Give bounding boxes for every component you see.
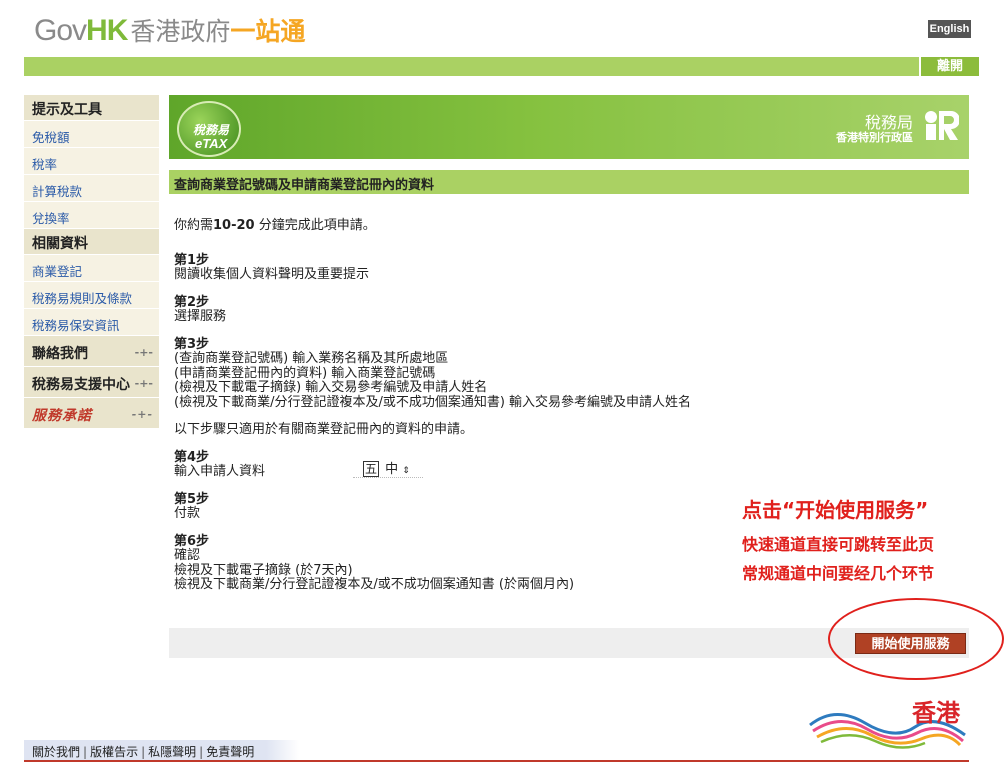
support-centre-label: 稅務易支援中心 — [32, 377, 130, 393]
annotation-circle — [828, 598, 1004, 680]
step3-line: (檢視及下載電子摘錄) 輸入交易參考編號及申請人姓名 — [174, 380, 488, 395]
step6-line: 檢視及下載電子摘錄 (於7天內) — [174, 562, 353, 578]
footer-link-copyright[interactable]: 版權告示 — [90, 745, 138, 759]
step3-line: (查詢商業登記號碼) 輸入業務名稱及其所處地區 — [174, 351, 449, 366]
page-title: 查詢商業登記號碼及申請商業登記冊內的資料 — [169, 170, 969, 194]
step5-text: 付款 — [174, 506, 201, 521]
sidebar-item-contact-us[interactable]: 聯絡我們 -+- — [24, 336, 159, 367]
step6-line: 檢視及下載商業/分行登記證複本及/或不成功個案通知書 (於兩個月內) — [174, 577, 575, 592]
step2-text: 選擇服務 — [174, 309, 227, 324]
etax-banner: 稅務易 eTAX 稅務局 香港特別行政區 — [169, 95, 969, 159]
sidebar-item-exchange-rates[interactable]: 兌換率 — [24, 202, 159, 229]
sidebar-item-service-pledge[interactable]: 服務承諾 -+- — [24, 398, 159, 429]
exit-button[interactable]: 離開 — [919, 57, 979, 76]
step3-heading: 第3步 — [174, 336, 210, 352]
intro-pre: 你約需 — [174, 218, 214, 233]
step4-text: 輸入申請人資料 — [174, 464, 266, 479]
ime-indicator[interactable]: 五 中 ⇕ — [353, 458, 423, 478]
expand-plus-icon: -+- — [131, 408, 153, 421]
sidebar-item-tax-calculator[interactable]: 計算稅款 — [24, 175, 159, 202]
step1-text: 閱讀收集個人資料聲明及重要提示 — [174, 267, 370, 282]
sidebar-section-related: 相關資料 — [24, 229, 159, 255]
step6-line: 確認 — [174, 548, 201, 563]
top-bar: 離開 — [24, 57, 979, 76]
step4-heading: 第4步 — [174, 449, 210, 465]
footer-link-disclaimer[interactable]: 免責聲明 — [206, 745, 254, 759]
step3-line: (申請商業登記冊內的資料) 輸入商業登記號碼 — [174, 365, 436, 381]
ird-logo-icon — [925, 111, 959, 140]
annotation-line3: 常规通道中间要经几个环节 — [742, 564, 935, 583]
logo-brand-text: 一站通 — [230, 17, 306, 46]
service-pledge-label: 服務承諾 — [32, 408, 92, 424]
step1-heading: 第1步 — [174, 252, 210, 268]
ime-mode-icon: 五 — [363, 461, 379, 477]
sidebar-item-support-centre[interactable]: 稅務易支援中心 -+- — [24, 367, 159, 398]
sidebar-item-etax-security[interactable]: 稅務易保安資訊 — [24, 309, 159, 336]
step2-heading: 第2步 — [174, 294, 210, 310]
sidebar: 提示及工具 免稅額 稅率 計算稅款 兌換率 相關資料 商業登記 稅務易規則及條款… — [24, 95, 159, 429]
step5-heading: 第5步 — [174, 491, 210, 507]
sidebar-section-tips: 提示及工具 — [24, 95, 159, 121]
intro-post: 分鐘完成此項申請。 — [254, 218, 376, 233]
intro-time: 10-20 — [213, 218, 255, 233]
brand-hong-kong-text: 香港 — [912, 699, 960, 727]
sidebar-item-allowances[interactable]: 免稅額 — [24, 121, 159, 148]
footer-divider — [24, 760, 969, 762]
footer-link-about[interactable]: 關於我們 — [32, 745, 80, 759]
sidebar-item-etax-terms[interactable]: 稅務易規則及條款 — [24, 282, 159, 309]
annotation-line1: 点击“开始使用服务” — [742, 498, 929, 522]
ime-language-label: 中 — [385, 462, 399, 477]
english-language-button[interactable]: English — [928, 20, 971, 38]
logo-hk-text: HK — [86, 14, 128, 47]
ird-subtitle: 香港特別行政區 — [836, 131, 913, 144]
contact-us-label: 聯絡我們 — [32, 346, 88, 362]
intro-text: 你約需10-20 分鐘完成此項申請。 — [174, 218, 814, 234]
etax-en-text: eTAX — [195, 136, 228, 151]
etax-logo-icon: 稅務易 eTAX — [177, 101, 241, 157]
expand-plus-icon: -+- — [134, 346, 153, 359]
sidebar-item-business-registration[interactable]: 商業登記 — [24, 255, 159, 282]
expand-plus-icon: -+- — [134, 377, 153, 390]
footer: 關於我們 | 版權告示 | 私隱聲明 | 免責聲明 — [24, 740, 299, 760]
ime-dropdown-icon: ⇕ — [402, 466, 410, 476]
footer-link-privacy[interactable]: 私隱聲明 — [148, 745, 196, 759]
instructions-content: 你約需10-20 分鐘完成此項申請。 第1步 閱讀收集個人資料聲明及重要提示 第… — [174, 218, 814, 593]
logo-zh-text: 香港政府 — [130, 17, 231, 46]
step6-heading: 第6步 — [174, 533, 210, 549]
step3-line: (檢視及下載商業/分行登記證複本及/或不成功個案通知書) 輸入交易參考編號及申請… — [174, 394, 692, 410]
sidebar-item-tax-rates[interactable]: 稅率 — [24, 148, 159, 175]
logo-gov-text: Gov — [34, 14, 87, 47]
annotation-line2: 快速通道直接可跳转至此页 — [742, 535, 935, 554]
note-text: 以下步驟只適用於有關商業登記冊內的資料的申請。 — [174, 422, 474, 437]
govhk-logo[interactable]: Gov HK 香港政府 一站通 — [34, 12, 306, 47]
